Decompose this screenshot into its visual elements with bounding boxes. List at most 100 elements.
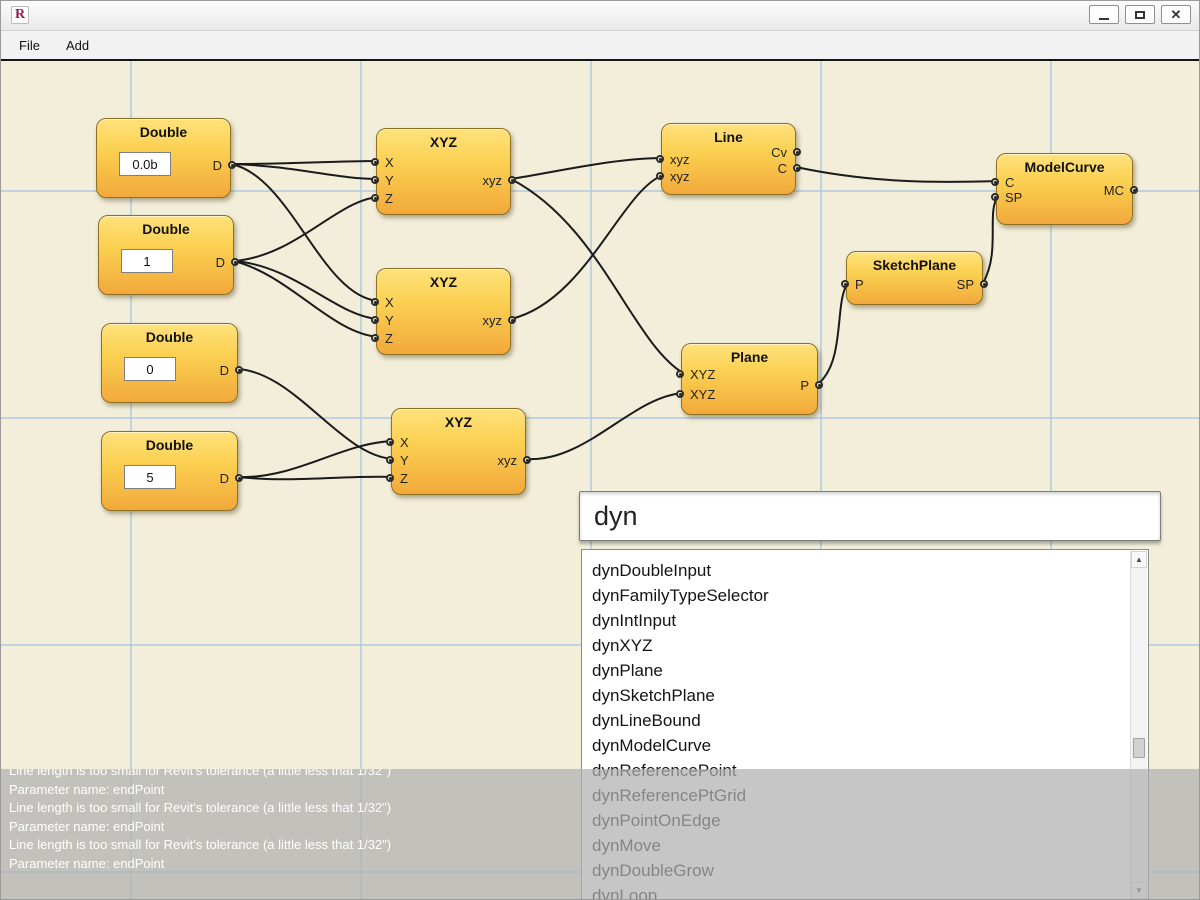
list-item[interactable]: dynLoop bbox=[582, 883, 1148, 900]
output-pin-d[interactable]: D bbox=[220, 471, 243, 485]
list-item[interactable]: dynPointOnEdge bbox=[582, 808, 1148, 833]
output-pin-d[interactable]: D bbox=[220, 363, 243, 377]
output-pin-xyz[interactable]: xyz bbox=[483, 313, 517, 327]
list-item[interactable]: dynMove bbox=[582, 833, 1148, 858]
input-port-icon[interactable] bbox=[676, 370, 684, 378]
output-pin-xyz[interactable]: xyz bbox=[498, 453, 532, 467]
input-port-icon[interactable] bbox=[371, 334, 379, 342]
node-double-3[interactable]: Double D bbox=[101, 323, 238, 403]
list-item[interactable]: dynLineBound bbox=[582, 708, 1148, 733]
input-port-icon[interactable] bbox=[371, 298, 379, 306]
input-port-icon[interactable] bbox=[371, 316, 379, 324]
list-item[interactable]: dynDoubleGrow bbox=[582, 858, 1148, 883]
scroll-up-icon[interactable]: ▲ bbox=[1131, 551, 1147, 568]
input-pin-c[interactable]: C bbox=[991, 175, 1014, 189]
input-pin-y[interactable]: Y bbox=[371, 173, 394, 187]
input-port-icon[interactable] bbox=[676, 390, 684, 398]
node-xyz-1[interactable]: XYZ X Y Z xyz bbox=[376, 128, 511, 215]
output-pin-sp[interactable]: SP bbox=[957, 277, 988, 291]
list-item[interactable]: dynReferencePoint bbox=[582, 758, 1148, 783]
pin-label: C bbox=[1005, 175, 1014, 190]
input-port-icon[interactable] bbox=[386, 474, 394, 482]
input-port-icon[interactable] bbox=[656, 155, 664, 163]
input-pin-xyz2[interactable]: xyz bbox=[656, 169, 690, 183]
output-pin-d[interactable]: D bbox=[213, 158, 236, 172]
node-title: XYZ bbox=[377, 269, 510, 290]
maximize-button[interactable] bbox=[1125, 5, 1155, 24]
node-double-4[interactable]: Double D bbox=[101, 431, 238, 511]
list-scrollbar[interactable]: ▲ ▼ bbox=[1130, 551, 1147, 899]
input-pin-xyz1[interactable]: xyz bbox=[656, 152, 690, 166]
output-port-icon[interactable] bbox=[980, 280, 988, 288]
output-port-icon[interactable] bbox=[508, 316, 516, 324]
input-port-icon[interactable] bbox=[841, 280, 849, 288]
node-double-2[interactable]: Double D bbox=[98, 215, 234, 295]
input-pin-x[interactable]: X bbox=[386, 435, 409, 449]
input-port-icon[interactable] bbox=[371, 194, 379, 202]
double-value-input[interactable] bbox=[124, 357, 176, 381]
menu-file[interactable]: File bbox=[19, 38, 40, 53]
menu-add[interactable]: Add bbox=[66, 38, 89, 53]
output-port-icon[interactable] bbox=[508, 176, 516, 184]
input-pin-y[interactable]: Y bbox=[386, 453, 409, 467]
pin-label: XYZ bbox=[690, 387, 715, 402]
input-pin-x[interactable]: X bbox=[371, 295, 394, 309]
output-pin-d[interactable]: D bbox=[216, 255, 239, 269]
list-item[interactable]: dynPlane bbox=[582, 658, 1148, 683]
list-item[interactable]: dynXYZ bbox=[582, 633, 1148, 658]
output-port-icon[interactable] bbox=[1130, 186, 1138, 194]
input-port-icon[interactable] bbox=[991, 193, 999, 201]
output-port-icon[interactable] bbox=[523, 456, 531, 464]
list-item[interactable]: dynModelCurve bbox=[582, 733, 1148, 758]
list-item[interactable]: dynIntInput bbox=[582, 608, 1148, 633]
output-pin-c[interactable]: C bbox=[778, 161, 801, 175]
node-xyz-2[interactable]: XYZ X Y Z xyz bbox=[376, 268, 511, 355]
node-modelcurve[interactable]: ModelCurve C SP MC bbox=[996, 153, 1133, 225]
output-pin-mc[interactable]: MC bbox=[1104, 183, 1138, 197]
output-port-icon[interactable] bbox=[231, 258, 239, 266]
output-port-icon[interactable] bbox=[815, 381, 823, 389]
node-xyz-3[interactable]: XYZ X Y Z xyz bbox=[391, 408, 526, 495]
list-item[interactable]: dynSketchPlane bbox=[582, 683, 1148, 708]
list-item[interactable]: dynFamilyTypeSelector bbox=[582, 583, 1148, 608]
double-value-input[interactable] bbox=[119, 152, 171, 176]
output-port-icon[interactable] bbox=[793, 164, 801, 172]
list-item[interactable]: dynDoubleInput bbox=[582, 558, 1148, 583]
double-value-input[interactable] bbox=[121, 249, 173, 273]
input-pin-y[interactable]: Y bbox=[371, 313, 394, 327]
node-line[interactable]: Line xyz xyz Cv C bbox=[661, 123, 796, 195]
title-bar[interactable]: R ✕ bbox=[1, 1, 1199, 31]
input-pin-z[interactable]: Z bbox=[371, 331, 393, 345]
close-button[interactable]: ✕ bbox=[1161, 5, 1191, 24]
minimize-button[interactable] bbox=[1089, 5, 1119, 24]
input-pin-xyz2[interactable]: XYZ bbox=[676, 387, 715, 401]
output-port-icon[interactable] bbox=[793, 148, 801, 156]
node-title: Double bbox=[99, 216, 233, 237]
node-double-1[interactable]: Double D bbox=[96, 118, 231, 198]
output-pin-p[interactable]: P bbox=[800, 378, 823, 392]
input-port-icon[interactable] bbox=[371, 158, 379, 166]
input-port-icon[interactable] bbox=[991, 178, 999, 186]
input-pin-xyz1[interactable]: XYZ bbox=[676, 367, 715, 381]
output-port-icon[interactable] bbox=[235, 366, 243, 374]
output-pin-cv[interactable]: Cv bbox=[771, 145, 801, 159]
input-port-icon[interactable] bbox=[656, 172, 664, 180]
output-port-icon[interactable] bbox=[228, 161, 236, 169]
scrollbar-thumb[interactable] bbox=[1133, 738, 1145, 758]
node-sketchplane[interactable]: SketchPlane P SP bbox=[846, 251, 983, 305]
input-pin-z[interactable]: Z bbox=[386, 471, 408, 485]
input-port-icon[interactable] bbox=[386, 438, 394, 446]
double-value-input[interactable] bbox=[124, 465, 176, 489]
output-pin-xyz[interactable]: xyz bbox=[483, 173, 517, 187]
input-pin-sp[interactable]: SP bbox=[991, 190, 1022, 204]
input-pin-z[interactable]: Z bbox=[371, 191, 393, 205]
input-port-icon[interactable] bbox=[371, 176, 379, 184]
scroll-down-icon[interactable]: ▼ bbox=[1131, 882, 1147, 899]
input-pin-x[interactable]: X bbox=[371, 155, 394, 169]
node-plane[interactable]: Plane XYZ XYZ P bbox=[681, 343, 818, 415]
output-port-icon[interactable] bbox=[235, 474, 243, 482]
input-pin-p[interactable]: P bbox=[841, 277, 864, 291]
list-item[interactable]: dynReferencePtGrid bbox=[582, 783, 1148, 808]
input-port-icon[interactable] bbox=[386, 456, 394, 464]
search-input[interactable] bbox=[580, 492, 1160, 540]
